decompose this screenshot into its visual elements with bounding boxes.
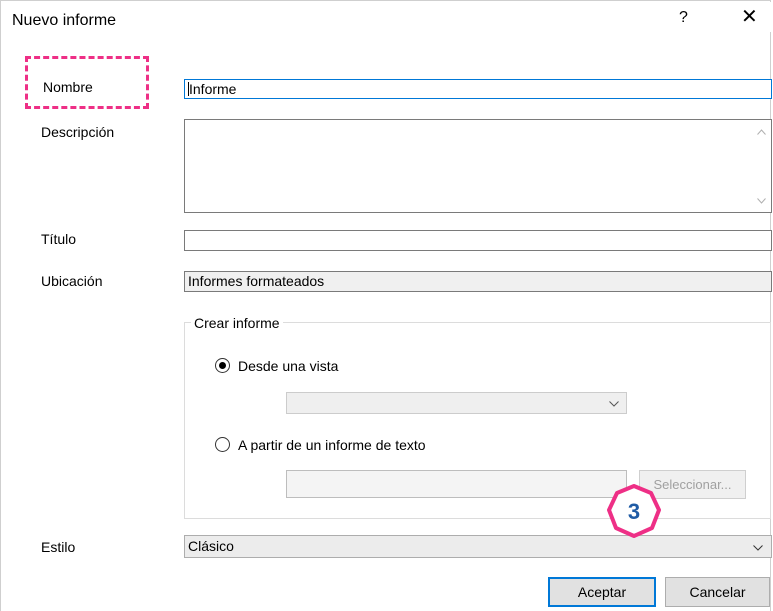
description-textarea[interactable] (184, 119, 772, 213)
title-bar (2, 2, 771, 32)
radio-from-text-report[interactable] (215, 437, 230, 452)
title-input[interactable] (184, 230, 772, 251)
style-label: Estilo (41, 539, 76, 555)
help-button[interactable]: ? (679, 8, 688, 28)
chevron-down-icon (753, 545, 763, 551)
description-label: Descripción (41, 124, 115, 140)
step-number: 3 (627, 499, 641, 524)
dialog-title: Nuevo informe (12, 12, 117, 29)
location-label: Ubicación (41, 273, 103, 289)
close-button[interactable]: ✕ (741, 6, 758, 28)
cancel-button[interactable]: Cancelar (665, 577, 770, 607)
name-input-value: Informe (189, 81, 237, 97)
radio-selected-dot (219, 362, 226, 369)
style-combobox-value: Clásico (188, 538, 234, 554)
create-report-legend: Crear informe (191, 314, 283, 332)
name-input[interactable]: Informe (184, 79, 772, 99)
close-icon: ✕ (741, 6, 758, 28)
chevron-up-icon (757, 129, 766, 135)
ok-button[interactable]: Aceptar (548, 577, 656, 607)
new-report-dialog: Nuevo informe ? ✕ Nombre Informe Descrip… (0, 0, 772, 611)
radio-from-view[interactable] (215, 358, 230, 373)
chevron-down-icon (609, 401, 619, 407)
text-report-path-field[interactable] (286, 470, 627, 498)
radio-from-text-report-label[interactable]: A partir de un informe de texto (238, 436, 426, 454)
location-field: Informes formateados (184, 271, 772, 292)
name-highlight-box (25, 56, 149, 109)
description-scrollbar[interactable] (751, 120, 771, 212)
title-label: Título (41, 231, 77, 247)
chevron-down-icon (757, 198, 766, 204)
view-combobox[interactable] (286, 392, 627, 414)
radio-from-view-label[interactable]: Desde una vista (238, 357, 338, 375)
location-value: Informes formateados (188, 273, 325, 289)
style-combobox[interactable]: Clásico (184, 535, 772, 558)
